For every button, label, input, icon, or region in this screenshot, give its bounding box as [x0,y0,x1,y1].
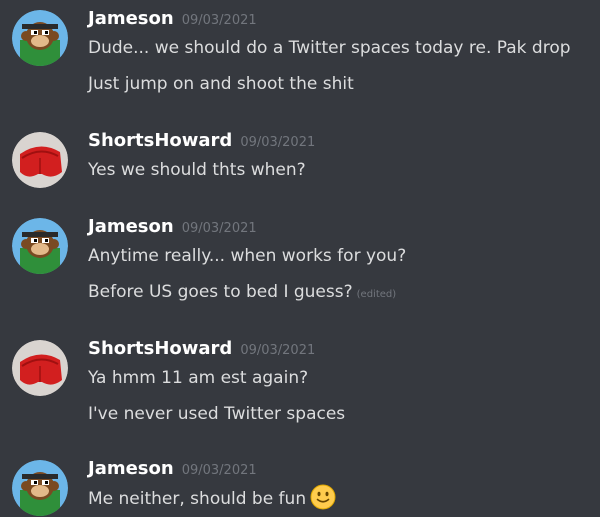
avatar[interactable] [12,340,68,396]
timestamp[interactable]: 09/03/2021 [182,13,257,28]
message-header: Jameson 09/03/2021 [88,8,257,29]
username[interactable]: Jameson [88,8,174,29]
username[interactable]: Jameson [88,216,174,237]
message-text: Just jump on and shoot the shit [88,74,354,94]
message-text: Ya hmm 11 am est again? [88,368,309,388]
message-text: Me neither, should be fun [88,484,336,512]
timestamp[interactable]: 09/03/2021 [182,221,257,236]
monkey-avatar-icon [12,460,68,516]
username[interactable]: ShortsHoward [88,338,232,359]
message-text-content: Before US goes to bed I guess? [88,282,353,302]
message-text: Dude... we should do a Twitter spaces to… [88,38,571,58]
message-text-content: Me neither, should be fun [88,489,307,509]
message-header: ShortsHoward 09/03/2021 [88,338,315,359]
message-text: Yes we should thts when? [88,160,306,180]
avatar[interactable] [12,10,68,66]
monkey-avatar-icon [12,10,68,66]
timestamp[interactable]: 09/03/2021 [182,463,257,478]
message-text: Anytime really... when works for you? [88,246,407,266]
avatar[interactable] [12,218,68,274]
message-header: ShortsHoward 09/03/2021 [88,130,315,151]
edited-label[interactable]: (edited) [357,289,397,300]
message-header: Jameson 09/03/2021 [88,458,257,479]
message-header: Jameson 09/03/2021 [88,216,257,237]
red-shorts-avatar-icon [12,340,68,396]
timestamp[interactable]: 09/03/2021 [240,135,315,150]
message-text: I've never used Twitter spaces [88,404,346,424]
username[interactable]: ShortsHoward [88,130,232,151]
timestamp[interactable]: 09/03/2021 [240,343,315,358]
slightly-smiling-face-emoji-icon [310,484,336,510]
monkey-avatar-icon [12,218,68,274]
avatar[interactable] [12,132,68,188]
message-text: Before US goes to bed I guess? (edited) [88,282,396,302]
avatar[interactable] [12,460,68,516]
red-shorts-avatar-icon [12,132,68,188]
username[interactable]: Jameson [88,458,174,479]
